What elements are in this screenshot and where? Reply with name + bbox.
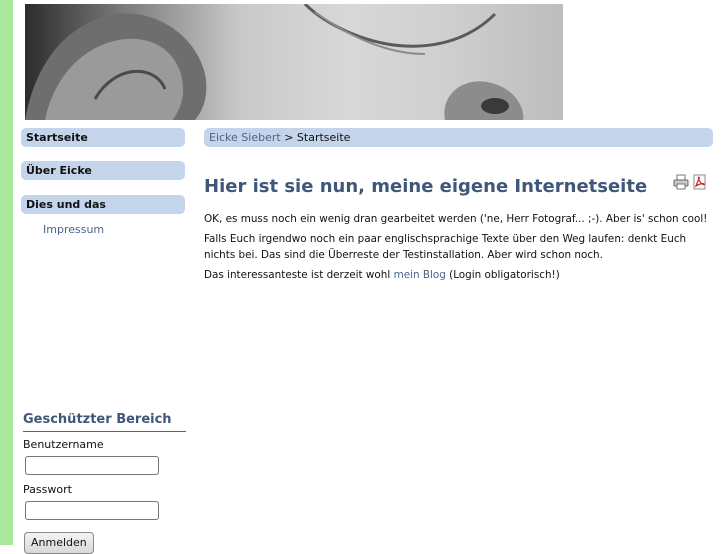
pdf-icon[interactable] <box>692 174 708 190</box>
nav-item-dies-und-das[interactable]: Dies und das <box>21 195 185 214</box>
blog-text-after: (Login obligatorisch!) <box>445 269 560 281</box>
header-banner-photo <box>25 4 563 120</box>
article-paragraph: Falls Euch irgendwo noch ein paar englis… <box>204 233 687 261</box>
article-paragraph: Das interessanteste ist derzeit wohl mei… <box>204 267 714 283</box>
left-accent-stripe <box>0 0 13 545</box>
password-label: Passwort <box>23 483 72 496</box>
subnav-item-impressum[interactable]: Impressum <box>43 223 104 236</box>
nav-item-ueber-eicke[interactable]: Über Eicke <box>21 161 185 180</box>
breadcrumb-separator: > <box>284 131 294 144</box>
username-field[interactable] <box>25 456 159 475</box>
article-paragraph: OK, es muss noch ein wenig dran gearbeit… <box>204 213 708 225</box>
blog-link[interactable]: mein Blog <box>394 269 446 281</box>
print-icon[interactable] <box>673 174 689 190</box>
password-field[interactable] <box>25 501 159 520</box>
breadcrumb: Eicke Siebert > Startseite <box>204 128 713 147</box>
login-title-underline <box>23 431 186 432</box>
breadcrumb-current: Startseite <box>296 131 351 144</box>
blog-text-before: Das interessanteste ist derzeit wohl <box>204 269 394 281</box>
login-section-title: Geschützter Bereich <box>23 412 172 427</box>
page-title: Hier ist sie nun, meine eigene Internets… <box>204 176 648 197</box>
username-label: Benutzername <box>23 438 104 451</box>
breadcrumb-link-home[interactable]: Eicke Siebert <box>209 131 281 144</box>
login-button[interactable]: Anmelden <box>24 532 94 554</box>
article-content: OK, es muss noch ein wenig dran gearbeit… <box>204 211 714 287</box>
nav-item-startseite[interactable]: Startseite <box>21 128 185 147</box>
